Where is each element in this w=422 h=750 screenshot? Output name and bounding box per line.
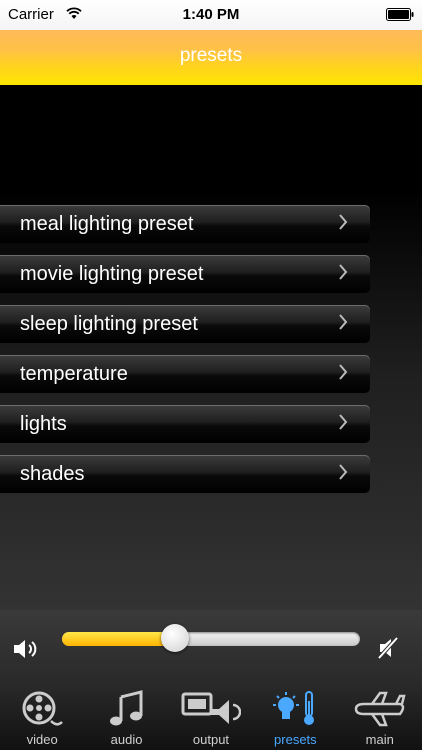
volume-bar bbox=[0, 610, 422, 683]
tab-audio[interactable]: audio bbox=[85, 683, 169, 750]
menu-item-sleep-lighting-preset[interactable]: sleep lighting preset bbox=[0, 305, 370, 343]
page-title: presets bbox=[179, 45, 243, 66]
chevron-right-icon bbox=[339, 264, 348, 280]
menu-item-label: sleep lighting preset bbox=[20, 313, 198, 335]
tab-bar: video audio output presets main bbox=[0, 683, 422, 750]
chevron-right-icon bbox=[339, 364, 348, 380]
volume-slider-thumb[interactable] bbox=[161, 624, 190, 652]
tab-main[interactable]: main bbox=[338, 683, 422, 750]
music-note-icon bbox=[109, 690, 143, 726]
battery-icon bbox=[386, 8, 414, 21]
tab-label: main bbox=[365, 732, 394, 747]
menu-item-shades[interactable]: shades bbox=[0, 455, 370, 493]
menu-item-label: temperature bbox=[20, 363, 128, 385]
tab-output[interactable]: output bbox=[169, 683, 253, 750]
film-reel-icon bbox=[22, 691, 64, 726]
clock: 1:40 PM bbox=[182, 6, 240, 23]
preset-menu: meal lighting preset movie lighting pres… bbox=[0, 205, 370, 505]
tab-label: audio bbox=[110, 732, 143, 747]
volume-slider[interactable] bbox=[62, 624, 360, 652]
chevron-right-icon bbox=[339, 214, 348, 230]
tab-label: output bbox=[192, 732, 230, 747]
mute-icon[interactable] bbox=[376, 636, 400, 660]
speaker-icon[interactable] bbox=[12, 637, 42, 661]
menu-item-temperature[interactable]: temperature bbox=[0, 355, 370, 393]
airplane-icon bbox=[354, 691, 406, 727]
header-bar: presets bbox=[0, 30, 422, 85]
tab-label: presets bbox=[274, 732, 317, 747]
menu-item-lights[interactable]: lights bbox=[0, 405, 370, 443]
menu-item-label: movie lighting preset bbox=[20, 263, 204, 285]
volume-slider-fill bbox=[62, 632, 176, 646]
menu-item-meal-lighting-preset[interactable]: meal lighting preset bbox=[0, 205, 370, 243]
projector-speaker-icon bbox=[181, 692, 241, 724]
status-bar: Carrier 1:40 PM bbox=[0, 0, 422, 30]
lightbulb-thermometer-icon bbox=[273, 691, 315, 725]
chevron-right-icon bbox=[339, 414, 348, 430]
menu-item-movie-lighting-preset[interactable]: movie lighting preset bbox=[0, 255, 370, 293]
menu-item-label: lights bbox=[20, 413, 67, 435]
tab-label: video bbox=[26, 732, 58, 747]
tab-video[interactable]: video bbox=[0, 683, 84, 750]
menu-item-label: meal lighting preset bbox=[20, 213, 194, 235]
chevron-right-icon bbox=[339, 314, 348, 330]
menu-item-label: shades bbox=[20, 463, 85, 485]
chevron-right-icon bbox=[339, 464, 348, 480]
tab-presets[interactable]: presets bbox=[253, 683, 337, 750]
content-area: meal lighting preset movie lighting pres… bbox=[0, 85, 422, 610]
